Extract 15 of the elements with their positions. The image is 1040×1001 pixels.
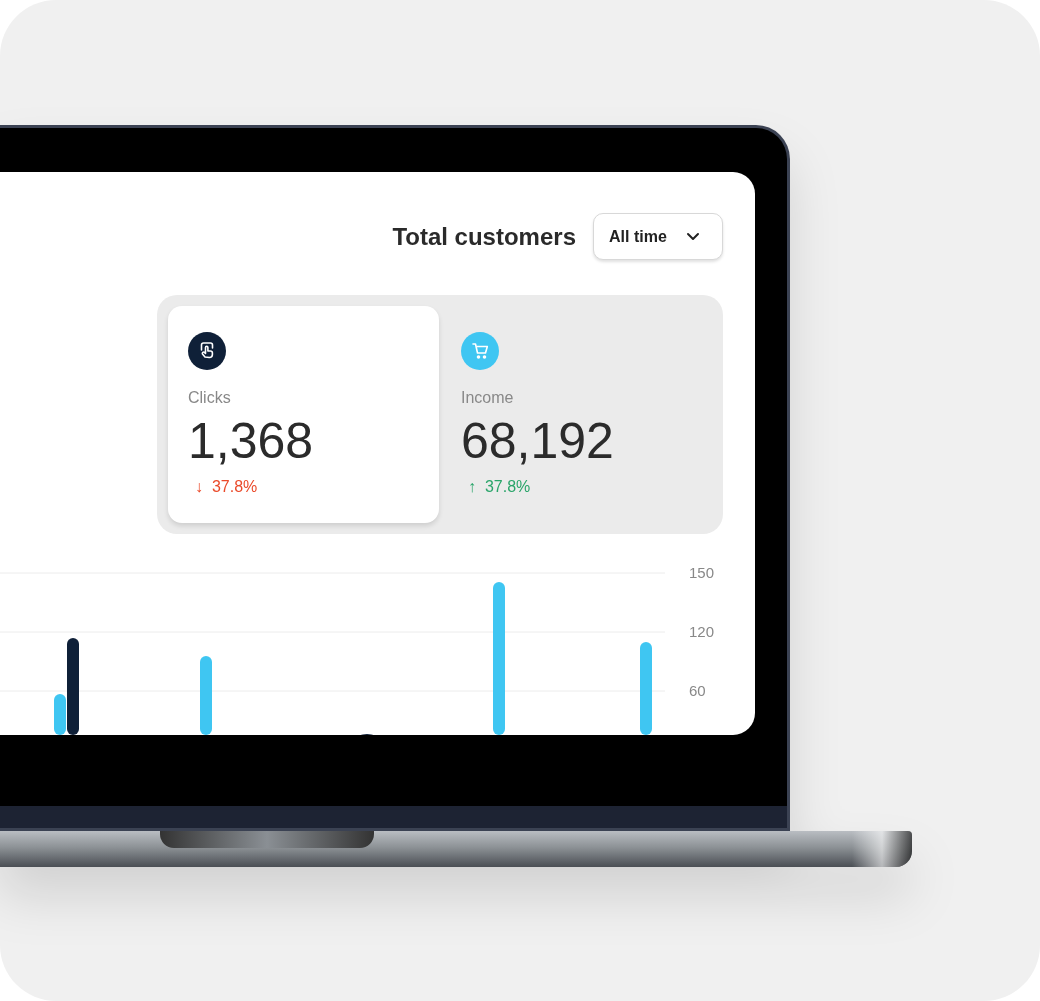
chevron-down-icon [686,232,700,241]
period-dropdown[interactable]: All time [593,213,723,260]
stat-card[interactable]: Clicks 1,368 ↓ 37.8% [168,306,439,523]
base-highlight [852,831,912,867]
stat-label: Income [461,389,514,407]
axis-label: 150 [689,563,715,583]
stat-value: 68,192 [461,414,614,469]
stat-card[interactable]: Income 68,192 ↑ 37.8% [439,306,710,523]
axis-label: 120 [689,622,715,642]
stat-change: ↓ 37.8% [194,478,258,496]
stat-value: 1,368 [188,414,314,469]
axis-label: 60 [689,681,707,701]
stat-change: ↑ 37.8% [467,478,531,496]
section-title: Total customers [392,222,576,251]
stat-label: Clicks [188,389,231,407]
